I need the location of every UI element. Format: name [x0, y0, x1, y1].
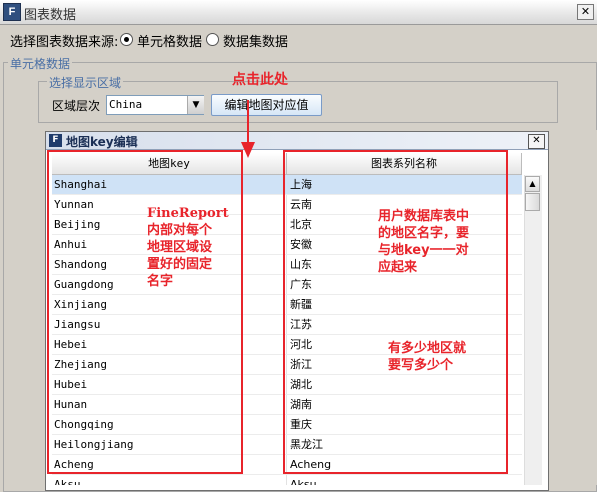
dialog-backdrop-edge	[550, 130, 597, 485]
map-key-cell[interactable]: Aksu	[54, 475, 81, 485]
edit-map-values-button[interactable]: 编辑地图对应值	[211, 94, 322, 116]
window-title-bar	[0, 0, 597, 25]
annotation-right-line: 应起来	[378, 260, 418, 275]
annotation-left-note: FineReport 内部对每个 地理区域设 置好的固定 名字	[147, 205, 229, 290]
scroll-thumb[interactable]	[525, 193, 540, 211]
dialog-close-icon[interactable]: ✕	[528, 134, 545, 149]
cell-data-legend: 单元格数据	[8, 55, 73, 72]
annotation-left-line: 名字	[147, 274, 174, 289]
annotation-bottom-line: 有多少地区就	[388, 341, 467, 356]
annotation-left-line: 置好的固定	[147, 257, 213, 272]
scroll-up-icon[interactable]: ▲	[525, 176, 540, 192]
window-title: 图表数据	[24, 8, 77, 23]
annotation-right-line: 与地key一一对	[378, 243, 469, 258]
vertical-scrollbar[interactable]	[524, 175, 542, 485]
annotation-right-line: 用户数据库表中	[378, 209, 470, 224]
close-icon[interactable]: ✕	[577, 4, 594, 20]
radio-dataset-data[interactable]	[206, 33, 219, 46]
chevron-down-icon[interactable]: ▼	[187, 96, 204, 114]
display-area-legend: 选择显示区域	[47, 74, 124, 91]
annotation-left-line: FineReport	[147, 206, 229, 221]
table-row[interactable]: Aksu Aksu	[52, 475, 522, 485]
series-name-cell[interactable]: Aksu	[290, 475, 317, 485]
annotation-right-box	[283, 150, 508, 474]
annotation-left-box	[47, 150, 243, 474]
region-level-label: 区域层次	[52, 99, 101, 113]
map-key-dialog-title: 地图key编辑	[66, 135, 138, 149]
annotation-arrow-icon	[241, 100, 255, 158]
annotation-left-line: 内部对每个	[147, 223, 213, 238]
dialog-app-icon: F	[49, 134, 62, 147]
radio-dataset-data-label[interactable]: 数据集数据	[223, 31, 288, 50]
source-label: 选择图表数据来源:	[10, 35, 119, 50]
annotation-right-line: 的地区名字，要	[378, 226, 470, 241]
annotation-bottom-line: 要写多少个	[388, 358, 454, 373]
app-icon: F	[3, 3, 21, 21]
annotation-left-line: 地理区域设	[147, 240, 213, 255]
radio-cell-data-label[interactable]: 单元格数据	[137, 31, 202, 50]
annotation-click-here: 点击此处	[232, 72, 288, 88]
annotation-bottom-note: 有多少地区就 要写多少个	[388, 340, 466, 374]
annotation-right-note: 用户数据库表中 的地区名字，要 与地key一一对 应起来	[378, 208, 469, 276]
radio-cell-data[interactable]	[120, 33, 133, 46]
